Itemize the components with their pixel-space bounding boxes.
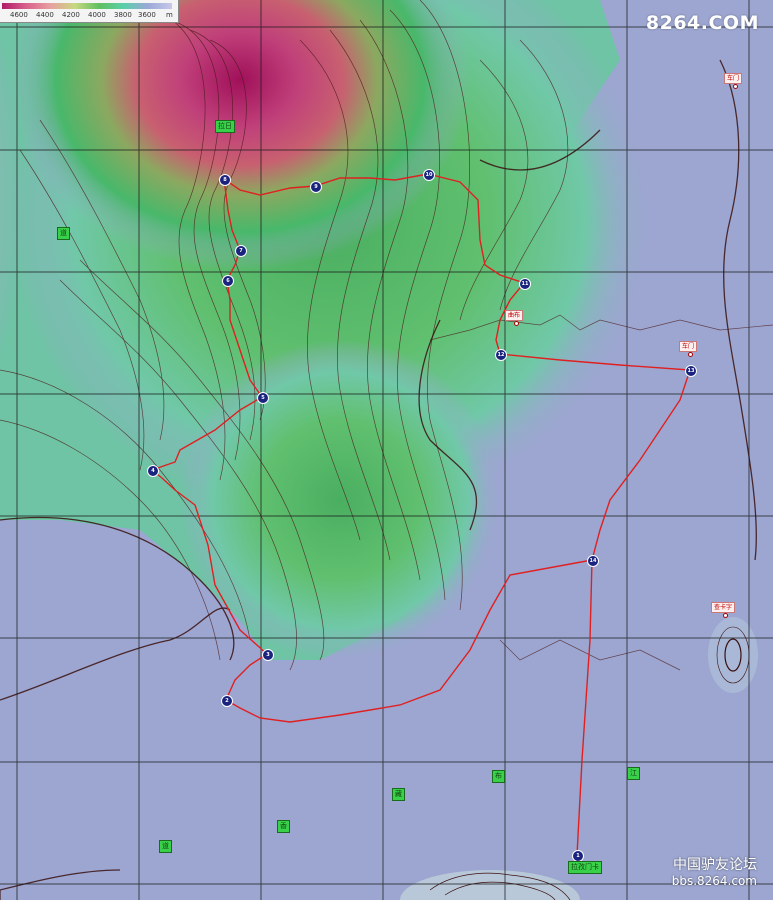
watermark-cn: 中国驴友论坛	[673, 857, 757, 873]
waypoint-8[interactable]: 8	[219, 174, 231, 186]
label-chemen-mid: 车门	[679, 341, 698, 352]
waypoint-4[interactable]: 4	[147, 465, 159, 477]
waypoint-13[interactable]: 13	[685, 365, 697, 377]
place-dot	[514, 321, 519, 326]
label-c2: 香	[277, 820, 290, 833]
place-dot	[688, 352, 693, 357]
label-c3: 藏	[392, 788, 405, 801]
tick-label: 4200	[62, 11, 80, 19]
waypoint-2[interactable]: 2	[221, 695, 233, 707]
place-dot	[733, 84, 738, 89]
tick-label: 3600	[138, 11, 156, 19]
waypoint-9[interactable]: 9	[310, 181, 322, 193]
waypoint-5[interactable]: 5	[257, 392, 269, 404]
elevation-legend: 4600 4400 4200 4000 3800 3600 m	[0, 0, 179, 23]
label-c4: 布	[492, 770, 505, 783]
elevation-color-ramp	[2, 3, 172, 9]
tick-label: 3800	[114, 11, 132, 19]
label-left: 道	[57, 227, 70, 240]
waypoint-3[interactable]: 3	[262, 649, 274, 661]
waypoint-7[interactable]: 7	[235, 245, 247, 257]
label-summit: 拉日	[215, 120, 235, 133]
waypoint-11[interactable]: 11	[519, 278, 531, 290]
waypoint-14[interactable]: 14	[587, 555, 599, 567]
unit-label: m	[166, 11, 173, 19]
waypoint-12[interactable]: 12	[495, 349, 507, 361]
topographic-map[interactable]: 4600 4400 4200 4000 3800 3600 m 8264.COM…	[0, 0, 773, 900]
label-chemen-top: 车门	[724, 73, 743, 84]
tick-label: 4400	[36, 11, 54, 19]
label-qubu: 曲布	[505, 310, 524, 321]
tick-label: 4600	[10, 11, 28, 19]
watermark-url: bbs.8264.com	[671, 874, 757, 888]
label-c1: 道	[159, 840, 172, 853]
waypoint-6[interactable]: 6	[222, 275, 234, 287]
label-chakazi: 查卡字	[711, 602, 736, 613]
waypoint-10[interactable]: 10	[423, 169, 435, 181]
tick-label: 4000	[88, 11, 106, 19]
watermark-bottom: 中国驴友论坛 bbs.8264.com	[672, 854, 757, 888]
place-dot	[723, 613, 728, 618]
watermark-top: 8264.COM	[645, 12, 759, 34]
terrain-layer	[0, 0, 773, 900]
label-c5: 江	[627, 767, 640, 780]
label-bottom: 拉孜门卡	[568, 861, 602, 874]
